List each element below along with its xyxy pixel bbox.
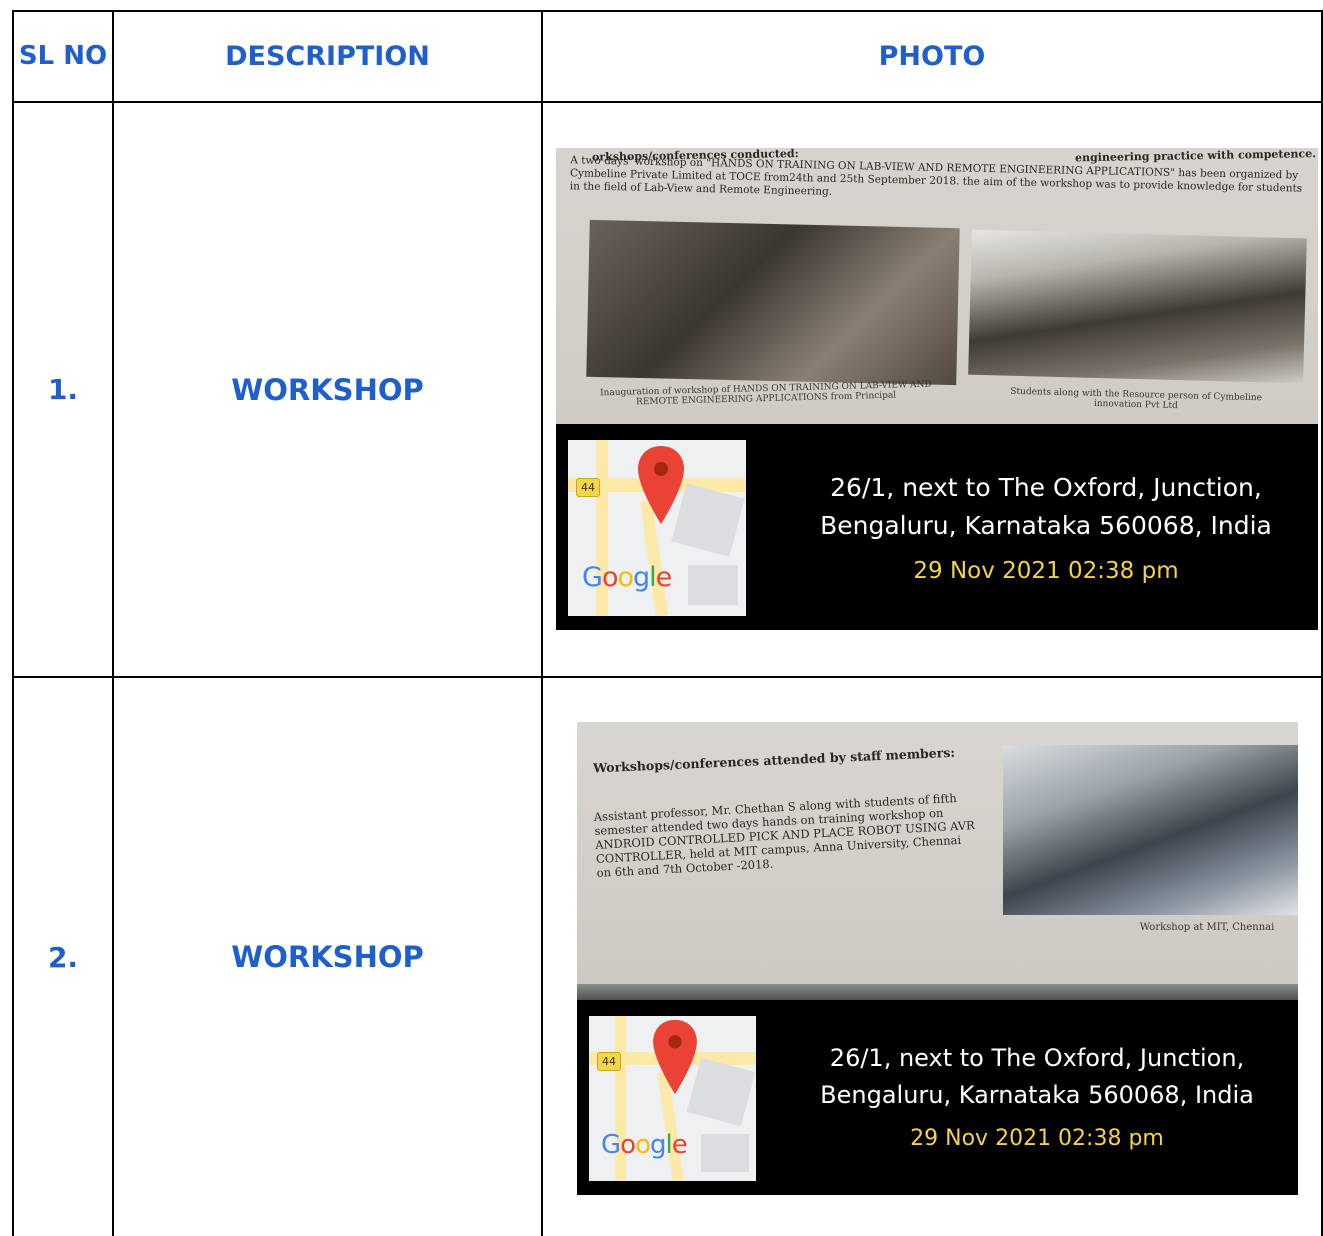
row-1-description: WORKSHOP [231,372,424,407]
route-badge: 44 [576,478,600,497]
photo-1-address-line-1: 26/1, next to The Oxford, Junction, [830,473,1262,502]
photo-2-workshop-image [1003,745,1298,915]
photo-1-caption-left: Inauguration of workshop of HANDS ON TRA… [599,379,932,408]
photo-1-address-line-2: Bengaluru, Karnataka 560068, India [820,511,1272,540]
google-logo: Google [582,562,672,593]
header-description: DESCRIPTION [225,41,430,72]
row-1-photo: orkshops/conferences conducted: engineer… [556,148,1318,630]
row-1-sl-no: 1. [47,373,79,406]
photo-2-section-heading: Workshops/conferences attended by staff … [592,744,956,776]
photo-1-caption-right: Students along with the Resource person … [1010,386,1263,412]
photo-2-map-thumbnail: 44 Google [589,1016,756,1181]
column-divider-2 [541,10,543,1236]
photo-1-body-text: A two days' workshop on "HANDS ON TRAINI… [569,154,1303,198]
photo-1-students-image [968,229,1307,384]
location-pin-icon [638,446,684,524]
row-2-description: WORKSHOP [231,940,424,974]
location-pin-icon [653,1019,697,1095]
route-badge: 44 [597,1052,621,1071]
photo-2-datetime: 29 Nov 2021 02:38 pm [910,1126,1164,1151]
photo-1-inauguration-image [586,219,960,386]
photo-2-address-line-2: Bengaluru, Karnataka 560068, India [820,1081,1254,1109]
row-2-sl-no: 2. [47,940,79,974]
photo-2-address-line-1: 26/1, next to The Oxford, Junction, [829,1044,1245,1072]
row-2-photo: Workshops/conferences attended by staff … [577,722,1298,1195]
photo-1-datetime: 29 Nov 2021 02:38 pm [913,558,1179,584]
header-sl-no: SL NO [18,41,108,71]
photo-2-caption: Workshop at MIT, Chennai [1139,922,1275,933]
photo-2-body-text: Assistant professor, Mr. Chethan S along… [593,790,976,880]
google-logo: Google [601,1130,688,1160]
header-photo: PHOTO [878,41,986,72]
photo-1-geotag-panel: 44 Google 26/1, next to The Oxford, Junc… [556,424,1318,630]
photo-1-map-thumbnail: 44 Google [568,440,746,616]
photo-2-geotag-panel: 44 Google 26/1, next to The Oxford, Junc… [577,1000,1298,1195]
